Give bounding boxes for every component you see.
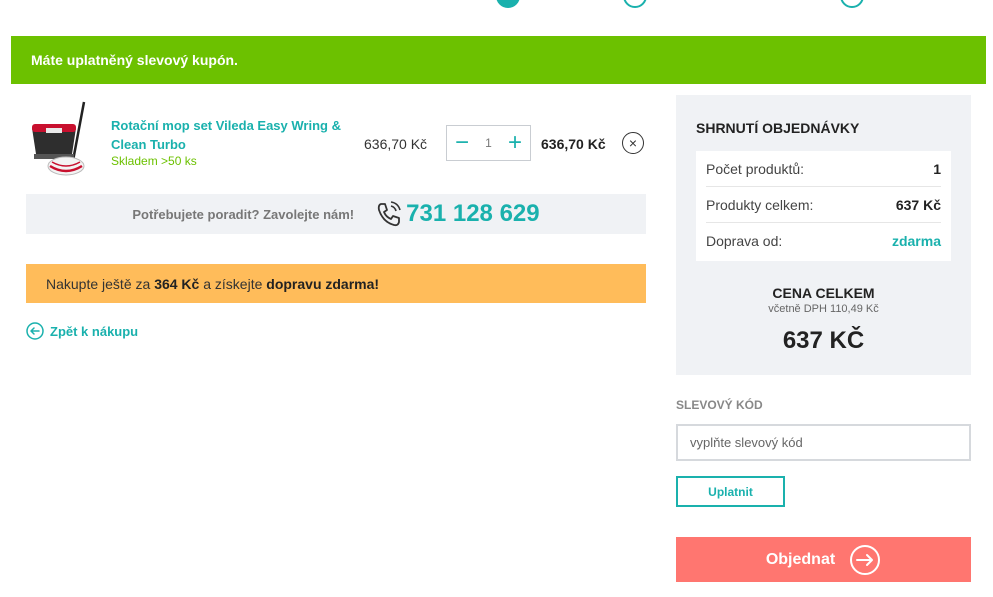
shipping-text-middle: a získejte <box>203 275 263 292</box>
item-total-price: 636,70 Kč <box>541 136 606 152</box>
free-shipping-banner: Nakupte ještě za 364 Kč a získejte dopra… <box>26 264 646 303</box>
shipping-text-suffix: ! <box>374 275 380 292</box>
shipping-highlight: dopravu zdarma <box>266 275 375 292</box>
alert-message: Máte uplatněný slevový kupón. <box>31 52 238 68</box>
order-summary-panel: SHRNUTÍ OBJEDNÁVKY Počet produktů: 1 Pro… <box>676 95 971 375</box>
total-vat: včetně DPH 110,49 Kč <box>768 303 879 315</box>
total-amount: 637 KČ <box>782 327 865 354</box>
shipping-text-prefix: Nakupte ještě za <box>46 275 151 292</box>
discount-code-input[interactable] <box>676 424 971 461</box>
apply-discount-button[interactable]: Uplatnit <box>676 476 785 507</box>
summary-row-label: Doprava od: <box>706 233 783 249</box>
product-image[interactable] <box>26 100 92 180</box>
summary-title: SHRNUTÍ OBJEDNÁVKY <box>696 120 860 136</box>
step-2-indicator <box>623 0 647 8</box>
back-link-label: Zpět k nákupu <box>50 323 139 339</box>
summary-row-value: 637 Kč <box>895 196 941 213</box>
summary-row-label: Počet produktů: <box>706 160 805 177</box>
summary-row-value: zdarma <box>891 233 941 249</box>
summary-table: Počet produktů: 1 Produkty celkem: 637 K… <box>696 151 951 261</box>
shipping-remaining-amount: 364 Kč <box>154 275 200 292</box>
coupon-applied-alert: Máte uplatněný slevový kupón. <box>11 36 986 84</box>
order-button[interactable]: Objednat <box>676 537 971 582</box>
back-to-shopping-link[interactable]: Zpět k nákupu <box>26 322 138 340</box>
summary-row-shipping: Doprava od: zdarma <box>706 223 941 259</box>
unit-price: 636,70 Kč <box>364 136 428 152</box>
step-1-indicator <box>496 0 520 8</box>
remove-item-button[interactable]: × <box>622 132 644 154</box>
total-label: CENA CELKEM <box>772 285 875 301</box>
phone-number-link[interactable]: 731 128 629 <box>406 200 539 228</box>
phone-icon <box>377 201 401 227</box>
increase-quantity-button[interactable]: + <box>506 131 524 155</box>
help-bar: Potřebujete poradit? Zavolejte nám! 731 … <box>26 194 646 234</box>
step-3-indicator <box>840 0 864 8</box>
discount-code-label: SLEVOVÝ KÓD <box>676 398 763 412</box>
summary-row-products-total: Produkty celkem: 637 Kč <box>706 187 941 223</box>
checkout-steps <box>0 0 993 10</box>
quantity-input[interactable]: 1 <box>485 136 492 150</box>
arrow-left-circle-icon <box>26 322 44 340</box>
product-name-link[interactable]: Rotační mop set Vileda Easy Wring & Clea… <box>111 116 371 154</box>
cart-item: Rotační mop set Vileda Easy Wring & Clea… <box>26 100 646 186</box>
summary-row-product-count: Počet produktů: 1 <box>706 151 941 187</box>
order-button-label: Objednat <box>765 550 836 568</box>
summary-row-label: Produkty celkem: <box>706 196 814 213</box>
close-icon: × <box>628 135 638 151</box>
quantity-stepper: − 1 + <box>446 125 531 161</box>
apply-button-label: Uplatnit <box>708 484 753 499</box>
summary-row-value: 1 <box>933 160 941 177</box>
arrow-right-circle-icon <box>850 544 881 575</box>
help-text: Potřebujete poradit? Zavolejte nám! <box>132 206 355 222</box>
stock-status: Skladem >50 ks <box>111 154 197 168</box>
decrease-quantity-button[interactable]: − <box>453 131 471 155</box>
